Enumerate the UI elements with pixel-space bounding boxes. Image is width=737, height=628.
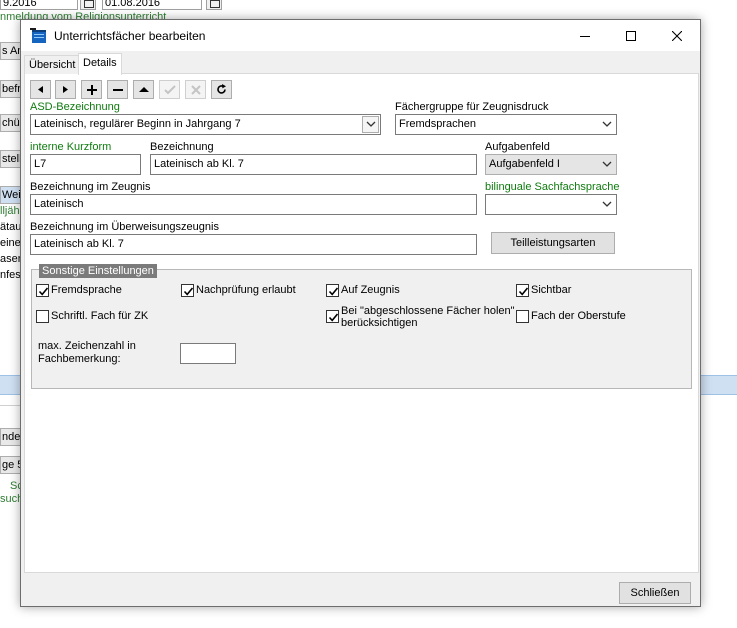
abgeschlossene-faecher-label-line1: Bei "abgeschlossene Fächer holen": [341, 305, 515, 317]
title-bar[interactable]: Unterrichtsfächer bearbeiten: [21, 20, 700, 51]
nachpruefung-checkbox[interactable]: [181, 284, 194, 297]
chevron-down-icon: [366, 121, 376, 127]
faechergruppe-label: Fächergruppe für Zeugnisdruck: [395, 101, 549, 113]
tab-uebersicht[interactable]: Übersicht: [24, 55, 81, 74]
tab-details[interactable]: Details: [78, 53, 122, 75]
edit-subjects-dialog: Unterrichtsfächer bearbeiten Übersicht D…: [20, 19, 701, 607]
ueberweisung-label: Bezeichnung im Überweisungszeugnis: [30, 221, 219, 233]
next-button[interactable]: [55, 80, 76, 99]
faechergruppe-select[interactable]: Fremdsprachen: [395, 114, 617, 135]
close-window-button[interactable]: [654, 20, 700, 51]
asd-label: ASD-Bezeichnung: [30, 101, 120, 113]
dropdown-button[interactable]: [362, 116, 379, 133]
calendar-icon[interactable]: [206, 0, 222, 10]
add-button[interactable]: [81, 80, 102, 99]
zeugnis-input[interactable]: Lateinisch: [30, 194, 477, 215]
ueberweisung-input[interactable]: Lateinisch ab Kl. 7: [30, 234, 477, 255]
abgeschlossene-faecher-label-line2: berücksichtigen: [341, 317, 418, 329]
oberstufe-checkbox[interactable]: [516, 310, 529, 323]
bg-text: lljäh: [0, 205, 20, 217]
minimize-button[interactable]: [562, 20, 608, 51]
date-from-field[interactable]: 9.2016: [0, 0, 78, 10]
checkmark-icon: [328, 287, 339, 296]
asd-value: Lateinisch, regulärer Beginn in Jahrgang…: [34, 118, 241, 130]
checkmark-icon: [183, 287, 194, 296]
auf-zeugnis-label: Auf Zeugnis: [341, 284, 400, 296]
sichtbar-checkbox[interactable]: [516, 284, 529, 297]
schriftl-fach-label: Schriftl. Fach für ZK: [51, 310, 149, 322]
arrow-up-icon: [138, 87, 149, 92]
app-icon: [30, 28, 46, 43]
maximize-button[interactable]: [608, 20, 654, 51]
arrow-right-icon: [63, 86, 68, 93]
teilleistungsarten-button[interactable]: Teilleistungsarten: [491, 232, 615, 254]
max-zeichen-label-line2: Fachbemerkung:: [38, 353, 121, 365]
zeugnis-label: Bezeichnung im Zeugnis: [30, 181, 151, 193]
max-zeichen-label-line1: max. Zeichenzahl in: [38, 340, 136, 352]
first-button[interactable]: [133, 80, 154, 99]
chevron-down-icon: [602, 201, 612, 207]
abgeschlossene-faecher-checkbox[interactable]: [326, 310, 339, 323]
maximize-icon: [626, 30, 636, 41]
previous-button[interactable]: [30, 80, 51, 99]
kurzform-label: interne Kurzform: [30, 141, 112, 153]
calendar-icon[interactable]: [80, 0, 96, 10]
fremdsprache-label: Fremdsprache: [51, 284, 122, 296]
bezeichnung-label: Bezeichnung: [150, 141, 214, 153]
kurzform-input[interactable]: L7: [30, 154, 141, 175]
cancel-icon: [190, 84, 201, 95]
sichtbar-label: Sichtbar: [531, 284, 572, 296]
faechergruppe-value: Fremdsprachen: [399, 118, 477, 130]
date-to-field[interactable]: 01.08.2016: [102, 0, 202, 10]
close-icon: [672, 30, 682, 41]
plus-icon: [86, 84, 97, 95]
nachpruefung-label: Nachprüfung erlaubt: [196, 284, 296, 296]
bezeichnung-input[interactable]: Lateinisch ab Kl. 7: [150, 154, 477, 175]
aufgabenfeld-select[interactable]: Aufgabenfeld I: [485, 154, 617, 175]
delete-button[interactable]: [107, 80, 128, 99]
asd-select[interactable]: Lateinisch, regulärer Beginn in Jahrgang…: [30, 114, 381, 135]
minimize-icon: [580, 35, 590, 37]
chevron-down-icon: [602, 161, 612, 167]
dialog-title: Unterrichtsfächer bearbeiten: [54, 29, 206, 43]
refresh-icon: [217, 84, 226, 94]
max-zeichen-input[interactable]: [180, 343, 236, 364]
group-legend: Sonstige Einstellungen: [39, 264, 157, 278]
bg-text: ätau: [0, 221, 22, 233]
save-button[interactable]: [159, 80, 180, 99]
checkmark-icon: [518, 287, 529, 296]
aufgabenfeld-value: Aufgabenfeld I: [489, 158, 560, 170]
oberstufe-label: Fach der Oberstufe: [531, 310, 626, 322]
cancel-button[interactable]: [185, 80, 206, 99]
checkmark-icon: [328, 313, 339, 322]
aufgabenfeld-label: Aufgabenfeld: [485, 141, 550, 153]
checkmark-icon: [38, 287, 49, 296]
fremdsprache-checkbox[interactable]: [36, 284, 49, 297]
minus-icon: [112, 88, 123, 91]
arrow-left-icon: [38, 86, 43, 93]
refresh-button[interactable]: [211, 80, 232, 99]
schriftl-fach-checkbox[interactable]: [36, 310, 49, 323]
check-icon: [163, 84, 176, 94]
bg-text: nfes: [0, 269, 21, 281]
bilingual-label: bilinguale Sachfachsprache: [485, 181, 620, 193]
schliessen-button[interactable]: Schließen: [619, 582, 691, 604]
bilingual-select[interactable]: [485, 194, 617, 215]
auf-zeugnis-checkbox[interactable]: [326, 284, 339, 297]
chevron-down-icon: [602, 121, 612, 127]
